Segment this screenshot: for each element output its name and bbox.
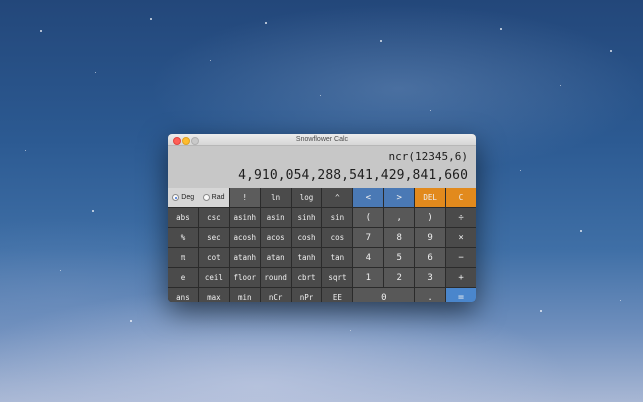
deg-label: Deg [181, 194, 195, 201]
star [265, 22, 267, 24]
npr-key[interactable]: nPr [291, 288, 322, 302]
rad-radio[interactable]: Rad [202, 194, 225, 201]
star [25, 150, 26, 151]
csc-key[interactable]: csc [198, 208, 229, 227]
close-paren-key[interactable]: ) [415, 208, 446, 227]
digit-6-key[interactable]: 6 [415, 248, 446, 267]
add-key[interactable]: + [446, 268, 476, 287]
star [520, 170, 521, 171]
ceil-key[interactable]: ceil [198, 268, 229, 287]
star [560, 85, 561, 86]
ncr-key[interactable]: nCr [260, 288, 291, 302]
star [40, 30, 42, 32]
star [130, 320, 132, 322]
sec-key[interactable]: sec [198, 228, 229, 247]
cursor-left-key[interactable]: < [353, 188, 384, 207]
title-bar[interactable]: Snowflower Calc [168, 134, 476, 146]
log-key[interactable]: log [291, 188, 322, 207]
digit-2-key[interactable]: 2 [384, 268, 415, 287]
min-key[interactable]: min [229, 288, 260, 302]
digit-9-key[interactable]: 9 [415, 228, 446, 247]
expression-readout: ncr(12345,6) [388, 150, 468, 163]
cosh-key[interactable]: cosh [291, 228, 322, 247]
digit-8-key[interactable]: 8 [384, 228, 415, 247]
digit-3-key[interactable]: 3 [415, 268, 446, 287]
pi-key[interactable]: π [168, 248, 198, 267]
sin-key[interactable]: sin [322, 208, 353, 227]
abs-key[interactable]: abs [168, 208, 198, 227]
subtract-key[interactable]: − [446, 248, 476, 267]
star [95, 72, 96, 73]
sqrt-key[interactable]: sqrt [322, 268, 353, 287]
angle-mode-selector: Deg Rad [168, 188, 229, 207]
percent-key[interactable]: % [168, 228, 198, 247]
round-key[interactable]: round [260, 268, 291, 287]
star [580, 230, 582, 232]
max-key[interactable]: max [198, 288, 229, 302]
star [610, 50, 612, 52]
deg-radio-indicator[interactable] [172, 194, 180, 201]
cot-key[interactable]: cot [198, 248, 229, 267]
multiply-key[interactable]: × [446, 228, 476, 247]
digit-1-key[interactable]: 1 [353, 268, 384, 287]
ans-key[interactable]: ans [168, 288, 198, 302]
acos-key[interactable]: acos [260, 228, 291, 247]
euler-key[interactable]: e [168, 268, 198, 287]
power-key[interactable]: ^ [322, 188, 353, 207]
asinh-key[interactable]: asinh [229, 208, 260, 227]
deg-radio[interactable]: Deg [172, 194, 194, 201]
tanh-key[interactable]: tanh [291, 248, 322, 267]
star [92, 210, 94, 212]
comma-key[interactable]: , [384, 208, 415, 227]
keypad: Deg Rad ! ln log ^ < > DEL C abs csc asi… [168, 188, 476, 302]
window-title: Snowflower Calc [295, 136, 349, 143]
star [60, 270, 61, 271]
floor-key[interactable]: floor [229, 268, 260, 287]
sinh-key[interactable]: sinh [291, 208, 322, 227]
digit-0-key[interactable]: 0 [353, 288, 415, 302]
calculator-display: ncr(12345,6) 4,910,054,288,541,429,841,6… [168, 146, 476, 188]
rad-label: Rad [211, 194, 225, 201]
star [500, 28, 502, 30]
star [430, 110, 431, 111]
atanh-key[interactable]: atanh [229, 248, 260, 267]
ee-key[interactable]: EE [322, 288, 353, 302]
clear-key[interactable]: C [446, 188, 476, 207]
star [350, 330, 351, 331]
digit-4-key[interactable]: 4 [353, 248, 384, 267]
star [380, 40, 382, 42]
result-readout: 4,910,054,288,541,429,841,660 [238, 168, 468, 183]
cos-key[interactable]: cos [322, 228, 353, 247]
star [320, 95, 321, 96]
digit-5-key[interactable]: 5 [384, 248, 415, 267]
asin-key[interactable]: asin [260, 208, 291, 227]
equals-key[interactable]: = [446, 288, 476, 302]
star [540, 310, 542, 312]
star [620, 300, 621, 301]
cbrt-key[interactable]: cbrt [291, 268, 322, 287]
digit-7-key[interactable]: 7 [353, 228, 384, 247]
atan-key[interactable]: atan [260, 248, 291, 267]
star [210, 60, 211, 61]
rad-radio-indicator[interactable] [202, 194, 210, 201]
star [150, 18, 152, 20]
tan-key[interactable]: tan [322, 248, 353, 267]
open-paren-key[interactable]: ( [353, 208, 384, 227]
ln-key[interactable]: ln [260, 188, 291, 207]
cursor-right-key[interactable]: > [384, 188, 415, 207]
factorial-key[interactable]: ! [229, 188, 260, 207]
delete-key[interactable]: DEL [415, 188, 446, 207]
decimal-point-key[interactable]: . [415, 288, 446, 302]
calculator-window: Snowflower Calc ncr(12345,6) 4,910,054,2… [168, 134, 476, 302]
divide-key[interactable]: ÷ [446, 208, 476, 227]
acosh-key[interactable]: acosh [229, 228, 260, 247]
